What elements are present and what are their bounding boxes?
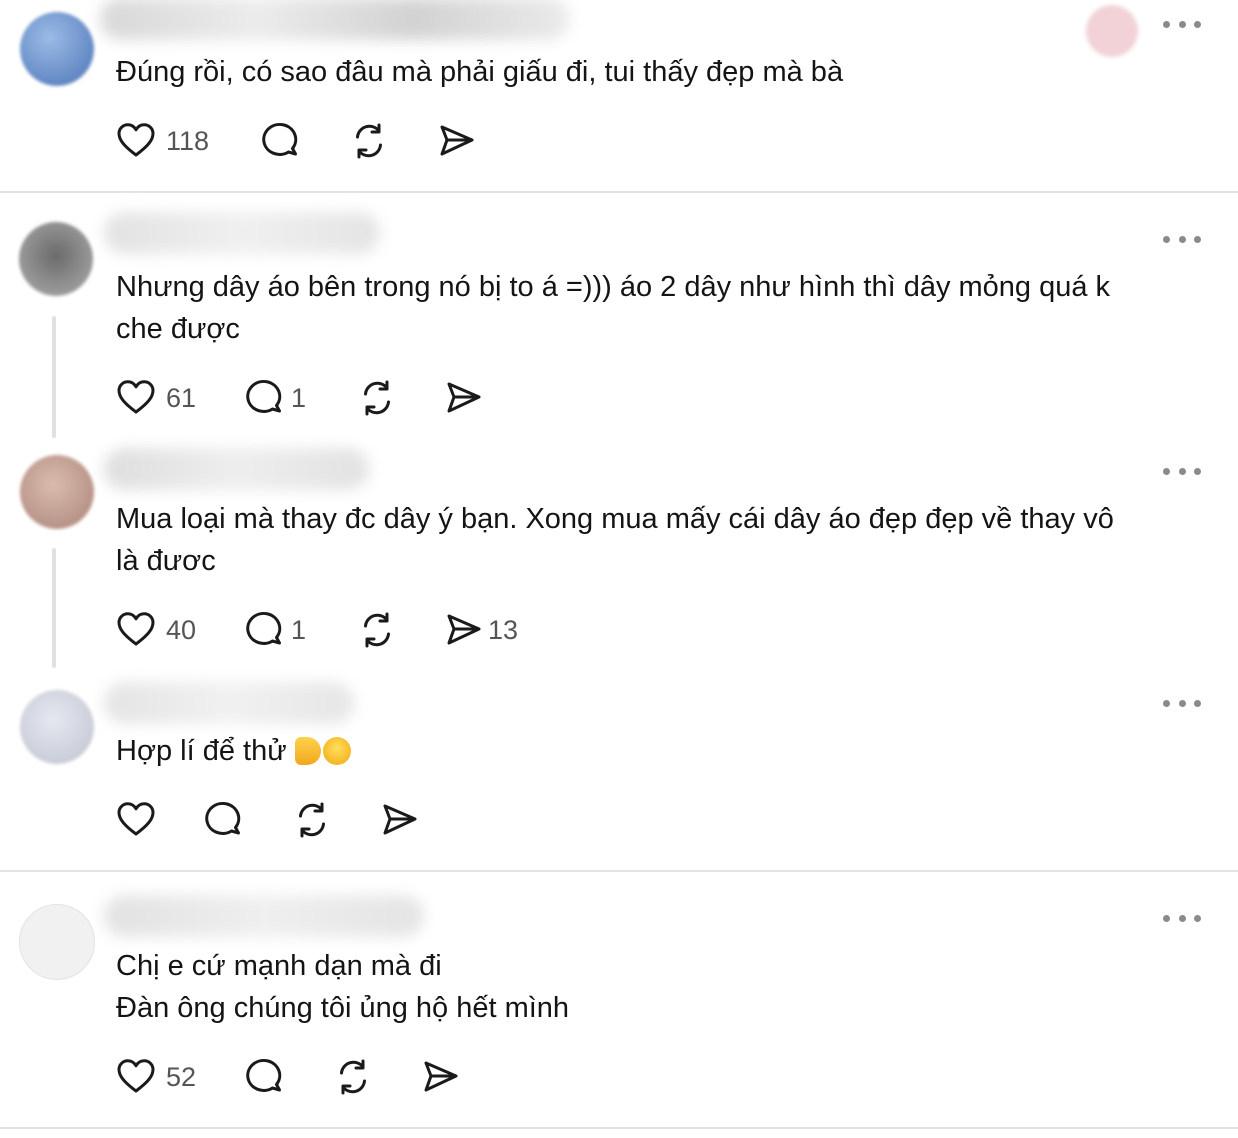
reply-button[interactable] [261, 121, 301, 161]
like-icon [116, 800, 156, 840]
username-blurred[interactable] [100, 0, 570, 40]
share-button[interactable]: 13 [444, 610, 518, 650]
avatar[interactable] [20, 690, 94, 764]
more-icon[interactable] [1163, 697, 1201, 709]
username-blurred[interactable] [104, 448, 369, 490]
share-icon [444, 378, 484, 418]
avatar[interactable] [20, 12, 94, 86]
like-icon [116, 610, 156, 650]
comment-text-line: che được [116, 313, 240, 345]
comment-text-line: Nhưng dây áo bên trong nó bị to á =))) á… [116, 271, 1111, 303]
like-button[interactable]: 40 [116, 610, 196, 650]
like-button[interactable]: 61 [116, 378, 196, 418]
more-icon[interactable] [1163, 912, 1201, 924]
reply-button[interactable]: 1 [245, 610, 306, 650]
reply-icon [245, 1057, 285, 1097]
repost-button[interactable] [357, 610, 397, 650]
comment-text: Đúng rồi, có sao đâu mà phải giấu đi, tu… [116, 51, 843, 93]
comment-text-line: Đàn ông chúng tôi ủng hộ hết mình [116, 992, 570, 1024]
comment-text-line: Đúng rồi, có sao đâu mà phải giấu đi, tu… [116, 56, 844, 88]
like-button[interactable]: 52 [116, 1057, 196, 1097]
comment-text: Hợp lí để thử [116, 730, 351, 772]
avatar[interactable] [19, 222, 93, 296]
comment-text-line: là đươc [116, 545, 216, 577]
like-icon [116, 121, 156, 161]
like-count: 52 [166, 1062, 197, 1092]
comment-text-line: Chị e cứ mạnh dạn mà đi [116, 950, 442, 982]
avatar[interactable] [1086, 5, 1138, 57]
like-icon [116, 1057, 156, 1097]
username-blurred[interactable] [104, 682, 354, 724]
comment-text-line: Mua loại mà thay đc dây ý bạn. Xong mua … [116, 503, 1114, 535]
like-count: 61 [166, 383, 197, 413]
avatar[interactable] [19, 904, 95, 980]
reply-button[interactable] [245, 1057, 285, 1097]
share-button[interactable] [444, 378, 484, 418]
share-icon [444, 610, 484, 650]
repost-icon [292, 800, 332, 840]
more-icon[interactable] [1163, 18, 1201, 30]
repost-button[interactable] [333, 1057, 373, 1097]
thread-line [52, 316, 56, 438]
repost-button[interactable] [292, 800, 332, 840]
share-count: 13 [488, 615, 519, 645]
divider [0, 1127, 1238, 1129]
thread-line [52, 548, 56, 668]
reply-count: 1 [291, 615, 307, 645]
divider [0, 191, 1238, 193]
reply-count: 1 [291, 383, 307, 413]
reply-button[interactable]: 1 [245, 378, 306, 418]
share-button[interactable] [437, 121, 477, 161]
repost-icon [357, 378, 397, 418]
reply-icon [261, 121, 301, 161]
share-button[interactable] [421, 1057, 461, 1097]
share-icon [437, 121, 477, 161]
more-icon[interactable] [1163, 465, 1201, 477]
reply-icon [245, 610, 285, 650]
share-button[interactable] [380, 800, 420, 840]
like-button[interactable]: 118 [116, 121, 209, 161]
comment-text-line: Hợp lí để thử [116, 735, 295, 767]
avatar[interactable] [20, 455, 94, 529]
repost-icon [357, 610, 397, 650]
grinning-squinting-face-emoji [322, 737, 351, 765]
comment-text: Chị e cứ mạnh dạn mà đi Đàn ông chúng tô… [116, 945, 569, 1029]
thumbs-up-emoji [294, 737, 321, 765]
repost-button[interactable] [349, 121, 389, 161]
share-icon [380, 800, 420, 840]
comment-text: Nhưng dây áo bên trong nó bị to á =))) á… [116, 266, 1110, 350]
like-icon [116, 378, 156, 418]
repost-icon [349, 121, 389, 161]
like-button[interactable] [116, 800, 156, 840]
reply-icon [245, 378, 285, 418]
more-icon[interactable] [1163, 233, 1201, 245]
repost-button[interactable] [357, 378, 397, 418]
like-count: 40 [166, 615, 197, 645]
reply-icon [204, 800, 244, 840]
like-count: 118 [166, 126, 210, 156]
reply-button[interactable] [204, 800, 244, 840]
divider [0, 870, 1238, 872]
repost-icon [333, 1057, 373, 1097]
username-blurred[interactable] [104, 212, 380, 254]
share-icon [421, 1057, 461, 1097]
username-blurred[interactable] [104, 895, 424, 937]
comment-text: Mua loại mà thay đc dây ý bạn. Xong mua … [116, 498, 1114, 582]
